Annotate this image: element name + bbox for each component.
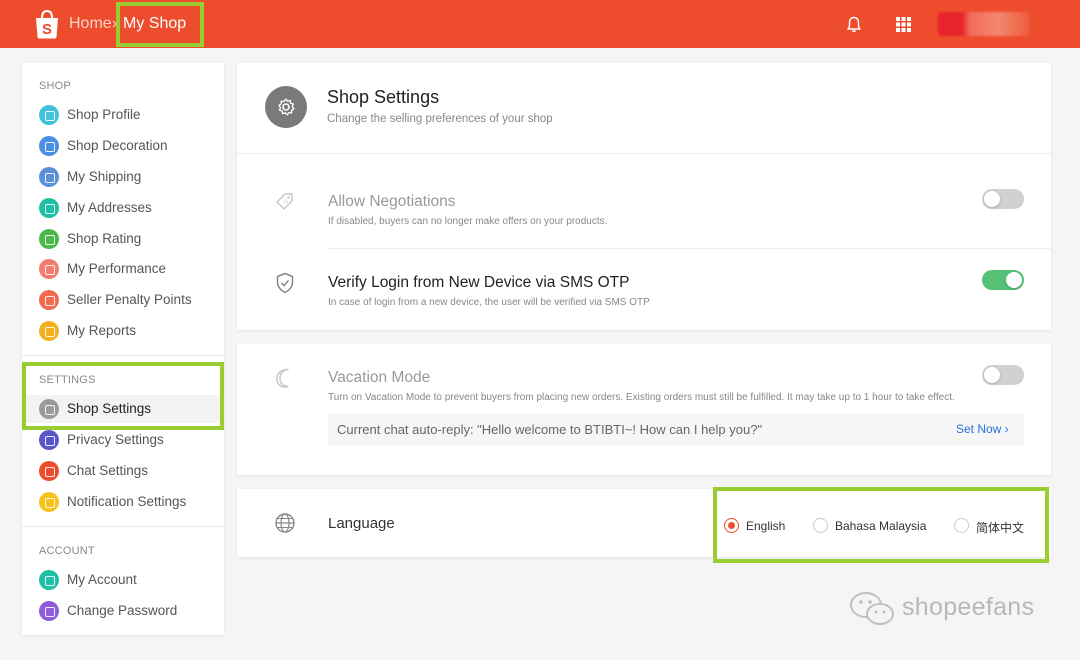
- apps-grid-icon[interactable]: [896, 17, 911, 32]
- language-label: Language: [328, 515, 395, 532]
- set-now-link[interactable]: Set Now ›: [956, 422, 1009, 436]
- sidebar-item-change-password[interactable]: Change Password: [22, 597, 224, 625]
- shield-check-icon: [276, 272, 294, 294]
- page-subtitle: Change the selling preferences of your s…: [327, 113, 553, 125]
- globe-icon: [275, 513, 295, 533]
- sidebar-item-shop-decoration[interactable]: Shop Decoration: [22, 132, 224, 160]
- moon-icon: [275, 368, 289, 388]
- toggle-knob: [984, 191, 1000, 207]
- sidebar-item-label: Notification Settings: [67, 494, 187, 509]
- vacation-mode-toggle[interactable]: [982, 365, 1024, 385]
- breadcrumb-home-link[interactable]: Home: [69, 15, 112, 33]
- sidebar-item-label: Seller Penalty Points: [67, 292, 192, 307]
- sidebar-item-label: Change Password: [67, 603, 178, 618]
- sidebar-item-label: My Shipping: [67, 169, 142, 184]
- id-card-icon: [39, 570, 59, 590]
- sidebar-item-privacy-settings[interactable]: Privacy Settings: [22, 426, 224, 454]
- sidebar-item-label: Chat Settings: [67, 463, 149, 478]
- sidebar-item-my-performance[interactable]: My Performance: [22, 255, 224, 283]
- page-title: Shop Settings: [327, 87, 440, 107]
- toggle-knob: [984, 367, 1000, 383]
- card-divider: [328, 248, 1051, 249]
- sms-otp-title: Verify Login from New Device via SMS OTP: [328, 274, 630, 291]
- card-divider: [237, 153, 1051, 154]
- allow-negotiations-desc: If disabled, buyers can no longer make o…: [328, 216, 608, 227]
- sidebar-item-my-shipping[interactable]: My Shipping: [22, 163, 224, 191]
- lock-icon: [39, 430, 59, 450]
- allow-negotiations-title: Allow Negotiations: [328, 193, 456, 210]
- notification-icon: [39, 492, 59, 512]
- allow-negotiations-toggle[interactable]: [982, 189, 1024, 209]
- report-icon: [39, 321, 59, 341]
- lightning-icon: [39, 290, 59, 310]
- gear-icon: [278, 98, 295, 116]
- star-icon: [39, 229, 59, 249]
- svg-text:S: S: [42, 21, 52, 38]
- price-tag-icon: %: [276, 193, 293, 210]
- sidebar-item-label: My Addresses: [67, 200, 152, 215]
- sidebar: SHOP Shop Profile Shop Decoration My Shi…: [22, 63, 224, 635]
- highlight-box-shop-settings: [22, 362, 224, 430]
- settings-header-badge: [265, 86, 307, 128]
- sidebar-section-title: SHOP: [39, 80, 71, 92]
- auto-reply-text: Current chat auto-reply: "Hello welcome …: [337, 422, 763, 437]
- sidebar-section-title: ACCOUNT: [39, 545, 95, 557]
- key-icon: [39, 601, 59, 621]
- wechat-logo-icon: [850, 592, 894, 625]
- toggle-knob: [1006, 272, 1022, 288]
- sidebar-item-label: My Reports: [67, 323, 137, 338]
- shop-settings-card: Shop Settings Change the selling prefere…: [237, 63, 1051, 330]
- sidebar-divider: [22, 355, 224, 356]
- sidebar-item-seller-penalty-points[interactable]: Seller Penalty Points: [22, 286, 224, 314]
- sidebar-item-label: Shop Rating: [67, 231, 142, 246]
- sidebar-item-my-addresses[interactable]: My Addresses: [22, 194, 224, 222]
- chat-auto-reply-box: Current chat auto-reply: "Hello welcome …: [328, 414, 1024, 446]
- vacation-mode-desc: Turn on Vacation Mode to prevent buyers …: [328, 392, 955, 403]
- sidebar-item-shop-profile[interactable]: Shop Profile: [22, 101, 224, 129]
- truck-icon: [39, 167, 59, 187]
- bell-icon[interactable]: [846, 16, 862, 33]
- sidebar-item-label: Privacy Settings: [67, 432, 164, 447]
- highlight-box-my-shop: [116, 2, 204, 47]
- sms-otp-desc: In case of login from a new device, the …: [328, 297, 650, 308]
- vacation-mode-title: Vacation Mode: [328, 369, 431, 386]
- chat-icon: [39, 461, 59, 481]
- highlight-box-language: [713, 487, 1049, 563]
- shopee-logo-icon[interactable]: S: [33, 9, 61, 39]
- location-pin-icon: [39, 198, 59, 218]
- sidebar-item-my-reports[interactable]: My Reports: [22, 317, 224, 345]
- user-account-menu[interactable]: [938, 12, 1030, 36]
- sidebar-item-notification-settings[interactable]: Notification Settings: [22, 488, 224, 516]
- sms-otp-toggle[interactable]: [982, 270, 1024, 290]
- watermark-text: shopeefans: [902, 593, 1035, 621]
- shop-profile-icon: [39, 105, 59, 125]
- paint-roller-icon: [39, 136, 59, 156]
- sidebar-divider: [22, 526, 224, 527]
- vacation-mode-card: Vacation Mode Turn on Vacation Mode to p…: [237, 344, 1051, 475]
- sidebar-item-label: Shop Decoration: [67, 138, 168, 153]
- sidebar-item-label: Shop Profile: [67, 107, 141, 122]
- sidebar-item-label: My Account: [67, 572, 137, 587]
- watermark: shopeefans: [848, 590, 1048, 630]
- chart-icon: [39, 259, 59, 279]
- sidebar-item-my-account[interactable]: My Account: [22, 566, 224, 594]
- sidebar-item-shop-rating[interactable]: Shop Rating: [22, 225, 224, 253]
- sidebar-item-label: My Performance: [67, 261, 167, 276]
- svg-text:%: %: [284, 200, 289, 206]
- sidebar-item-chat-settings[interactable]: Chat Settings: [22, 457, 224, 485]
